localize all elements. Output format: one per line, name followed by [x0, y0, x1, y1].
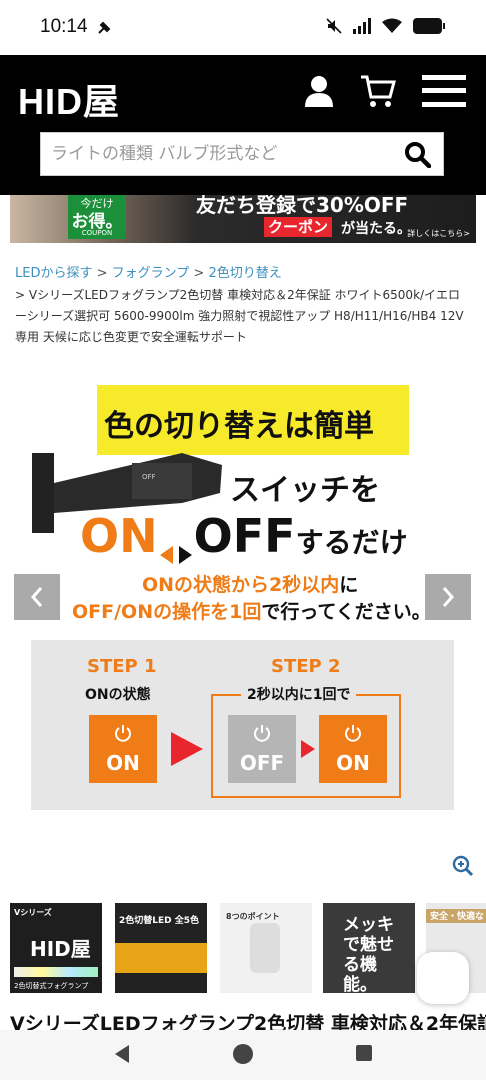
thumb1-color-dots: [14, 967, 98, 977]
step2-off-label: OFF: [239, 751, 285, 775]
toggle-arrows-icon: [158, 526, 194, 564]
thumb3-bulb: [250, 923, 280, 973]
hero-note-line2: OFF/ONの操作を1回で行ってください。: [72, 597, 431, 624]
site-logo[interactable]: HID屋: [18, 73, 120, 125]
thumbnail-2[interactable]: 2色切替LED 全5色: [115, 903, 207, 993]
power-icon: [254, 725, 270, 742]
step-arrow-icon: [171, 732, 203, 766]
carousel-prev-button[interactable]: [14, 574, 60, 620]
hero-switch-text: スイッチを: [230, 473, 380, 508]
system-nav-bar: [0, 1030, 486, 1080]
breadcrumb: LEDから探す > フォグランプ > 2色切り替え: [15, 262, 282, 281]
step1-label: STEP 1: [87, 656, 157, 677]
back-icon[interactable]: [113, 1044, 131, 1068]
coupon-tag-line3: COUPON: [81, 229, 113, 237]
status-bar: 10:14: [0, 0, 486, 55]
thumb3-label: 8つのポイント: [226, 912, 280, 921]
step-arrow-small-icon: [301, 740, 315, 758]
coupon-tag: 今だけ お得。 COUPON: [68, 195, 126, 239]
svg-text:OFF: OFF: [142, 473, 156, 481]
product-image-main[interactable]: 色の切り替えは簡単 OFF スイッチを ON OFFするだけ ONの状態から2秒以…: [32, 385, 454, 625]
hero-on-text: ON: [80, 509, 158, 563]
thumb2-fog-glow: [115, 943, 207, 973]
hammer-icon: [97, 20, 111, 39]
breadcrumb-led[interactable]: LEDから探す: [15, 266, 92, 281]
breadcrumb-two-color[interactable]: 2色切り替え: [208, 266, 281, 281]
power-icon: [115, 725, 131, 742]
thumb1-label: Vシリーズ: [14, 908, 52, 917]
step2-off-button: OFF: [228, 715, 296, 783]
user-icon[interactable]: [304, 75, 334, 111]
carousel-next-button[interactable]: [425, 574, 471, 620]
step1-on-button: ON: [89, 715, 157, 783]
wifi-icon: [382, 18, 402, 34]
thumb2-label: 2色切替LED 全5色: [119, 916, 200, 926]
site-header: HID屋: [0, 55, 486, 195]
recents-icon[interactable]: [355, 1044, 373, 1066]
step2-label: STEP 2: [271, 656, 341, 677]
status-time: 10:14: [40, 16, 88, 37]
hero-tail-text: するだけ: [295, 526, 408, 559]
hero-note1-highlight: ONの状態から2秒以内: [142, 574, 340, 596]
search-input[interactable]: [41, 133, 391, 175]
thumbnail-4[interactable]: メッキで魅せる機能。: [323, 903, 415, 993]
menu-icon[interactable]: [422, 74, 466, 112]
breadcrumb-product-title: > VシリーズLEDフォグランプ2色切替 車検対応＆2年保証 ホワイト6500k…: [15, 288, 464, 344]
chevron-left-icon: [30, 587, 43, 607]
step1-sub: ONの状態: [85, 687, 151, 703]
battery-icon: [412, 17, 446, 35]
hero-note-line1: ONの状態から2秒以内に: [142, 570, 358, 597]
hero-note2-rest: で行ってください。: [261, 601, 431, 623]
mute-icon: [326, 18, 342, 34]
banner-coupon-label: クーポン: [264, 217, 333, 237]
search-box: [40, 132, 444, 176]
chevron-right-icon: [442, 587, 455, 607]
power-icon: [345, 725, 361, 742]
hero-off-text: OFF: [193, 509, 296, 563]
hero-on-off-line: ON OFFするだけ: [80, 509, 408, 564]
breadcrumb-sep: >: [92, 266, 112, 281]
banner-subtext: が当たる。: [341, 221, 411, 237]
thumb4-label: メッキで魅せる機能。: [343, 915, 394, 993]
banner-headline: 友だち登録で30%OFF: [196, 195, 409, 217]
thumbnail-strip: Vシリーズ HID屋 2色切替式フォグランプ 2色切替LED 全5色 8つのポイ…: [10, 903, 486, 993]
thumb1-logo: HID屋: [30, 937, 91, 961]
banner-more-link[interactable]: 詳しくはこちら>: [407, 228, 470, 239]
thumbnail-3[interactable]: 8つのポイント: [220, 903, 312, 993]
hero-note1-rest: に: [339, 574, 359, 596]
floating-action-button[interactable]: [417, 952, 469, 1004]
breadcrumb-sep: >: [189, 266, 209, 281]
search-icon[interactable]: [405, 142, 432, 172]
signal-icon: [352, 18, 372, 34]
thumbnail-1[interactable]: Vシリーズ HID屋 2色切替式フォグランプ: [10, 903, 102, 993]
hero-title: 色の切り替えは簡単: [104, 409, 374, 444]
thumb1-caption: 2色切替式フォグランプ: [14, 982, 89, 990]
cart-icon[interactable]: [360, 73, 396, 113]
hero-note2-highlight: OFF/ONの操作を1回: [72, 601, 262, 623]
promo-banner[interactable]: 今だけ お得。 COUPON 友だち登録で30%OFF クーポン が当たる。 詳…: [10, 195, 476, 243]
step2-on-button: ON: [319, 715, 387, 783]
step1-on-label: ON: [106, 751, 140, 775]
home-icon[interactable]: [232, 1043, 254, 1069]
product-title: VシリーズLEDフォグランプ2色切替 車検対応＆2年保証: [10, 1013, 486, 1030]
steps-illustration: STEP 1 ONの状態 STEP 2 2秒以内に1回で ON OFF ON: [31, 640, 454, 810]
breadcrumb-fog[interactable]: フォグランプ: [112, 266, 190, 281]
step2-sub: 2秒以内に1回で: [241, 684, 357, 704]
thumb5-label: 安全・快適な: [430, 912, 485, 922]
step2-on-label: ON: [336, 751, 370, 775]
zoom-icon[interactable]: [452, 855, 474, 881]
